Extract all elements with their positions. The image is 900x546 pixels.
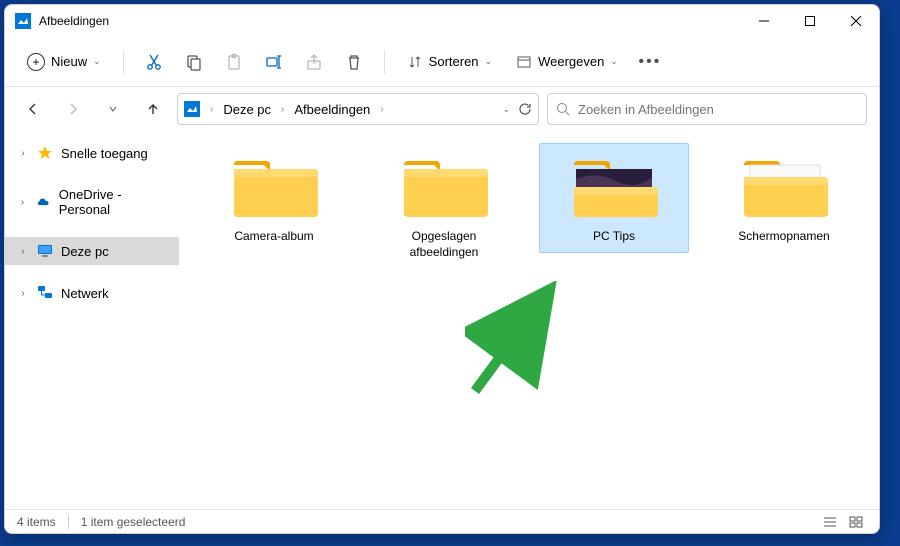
share-button[interactable] (296, 44, 332, 80)
title-bar: Afbeeldingen (5, 5, 879, 37)
sort-button[interactable]: Sorteren ⌄ (397, 48, 502, 76)
address-bar[interactable]: › Deze pc › Afbeeldingen › ⌄ (177, 93, 539, 125)
view-toggle (819, 513, 867, 531)
sidebar-item-label: OneDrive - Personal (59, 187, 167, 217)
sidebar-item-label: Netwerk (61, 286, 109, 301)
new-label: Nieuw (51, 54, 87, 69)
breadcrumb-separator: › (208, 104, 215, 115)
plus-icon: + (27, 53, 45, 71)
paste-button[interactable] (216, 44, 252, 80)
more-button[interactable]: ••• (632, 44, 668, 80)
app-icon (15, 13, 31, 29)
sort-label: Sorteren (429, 54, 479, 69)
recent-button[interactable] (97, 93, 129, 125)
breadcrumb-separator: › (378, 104, 385, 115)
close-button[interactable] (833, 5, 879, 37)
breadcrumb-separator: › (279, 104, 286, 115)
search-icon (556, 102, 570, 116)
folder-label: Camera-album (234, 229, 313, 245)
status-bar: 4 items 1 item geselecteerd (5, 509, 879, 533)
divider (123, 50, 124, 74)
maximize-button[interactable] (787, 5, 833, 37)
chevron-right-icon: › (17, 288, 29, 299)
pictures-icon (184, 101, 200, 117)
view-button[interactable]: Weergeven ⌄ (506, 48, 628, 76)
folder-item[interactable]: Schermopnamen (709, 143, 859, 253)
copy-button[interactable] (176, 44, 212, 80)
status-selection: 1 item geselecteerd (81, 515, 186, 529)
chevron-right-icon: › (17, 148, 29, 159)
chevron-down-icon: ⌄ (485, 56, 493, 67)
folder-icon (566, 151, 662, 223)
chevron-right-icon: › (17, 197, 28, 208)
back-button[interactable] (17, 93, 49, 125)
sidebar-item-onedrive[interactable]: › OneDrive - Personal (5, 181, 179, 223)
status-item-count: 4 items (17, 515, 56, 529)
chevron-right-icon: › (17, 246, 29, 257)
refresh-button[interactable] (518, 102, 532, 116)
file-explorer-window: Afbeeldingen + Nieuw ⌄ Sorteren ⌄ Weerge… (4, 4, 880, 534)
sort-icon (407, 54, 423, 70)
navigation-sidebar: › Snelle toegang › OneDrive - Personal ›… (5, 131, 179, 509)
monitor-icon (37, 243, 53, 259)
search-box[interactable] (547, 93, 867, 125)
network-icon (37, 285, 53, 301)
up-button[interactable] (137, 93, 169, 125)
icons-view-button[interactable] (845, 513, 867, 531)
breadcrumb-current[interactable]: Afbeeldingen (290, 100, 374, 119)
explorer-body: › Snelle toegang › OneDrive - Personal ›… (5, 131, 879, 509)
toolbar: + Nieuw ⌄ Sorteren ⌄ Weergeven ⌄ ••• (5, 37, 879, 87)
cloud-icon (36, 194, 51, 210)
arrow-annotation (465, 281, 565, 401)
star-icon (37, 145, 53, 161)
chevron-down-icon: ⌄ (93, 56, 101, 67)
chevron-down-icon[interactable]: ⌄ (502, 104, 510, 115)
sidebar-item-label: Deze pc (61, 244, 109, 259)
rename-button[interactable] (256, 44, 292, 80)
minimize-button[interactable] (741, 5, 787, 37)
folder-item[interactable]: Opgeslagen afbeeldingen (369, 143, 519, 268)
folder-label: Schermopnamen (738, 229, 829, 245)
folder-icon (396, 151, 492, 223)
folder-content[interactable]: Camera-album Opgeslagen afbeeldingen (179, 131, 879, 509)
navigation-row: › Deze pc › Afbeeldingen › ⌄ (5, 87, 879, 131)
sidebar-item-quick-access[interactable]: › Snelle toegang (5, 139, 179, 167)
new-button[interactable]: + Nieuw ⌄ (17, 47, 111, 77)
folder-item-selected[interactable]: PC Tips (539, 143, 689, 253)
sidebar-item-label: Snelle toegang (61, 146, 148, 161)
view-icon (516, 54, 532, 70)
folder-label: Opgeslagen afbeeldingen (377, 229, 511, 260)
forward-button[interactable] (57, 93, 89, 125)
window-title: Afbeeldingen (39, 14, 741, 28)
chevron-down-icon: ⌄ (610, 56, 618, 67)
folder-item[interactable]: Camera-album (199, 143, 349, 253)
search-input[interactable] (578, 102, 858, 117)
sidebar-item-this-pc[interactable]: › Deze pc (5, 237, 179, 265)
delete-button[interactable] (336, 44, 372, 80)
folder-icon (226, 151, 322, 223)
divider (68, 515, 69, 529)
breadcrumb-root[interactable]: Deze pc (219, 100, 275, 119)
details-view-button[interactable] (819, 513, 841, 531)
folder-label: PC Tips (593, 229, 635, 245)
divider (384, 50, 385, 74)
sidebar-item-network[interactable]: › Netwerk (5, 279, 179, 307)
folder-icon (736, 151, 832, 223)
view-label: Weergeven (538, 54, 604, 69)
cut-button[interactable] (136, 44, 172, 80)
